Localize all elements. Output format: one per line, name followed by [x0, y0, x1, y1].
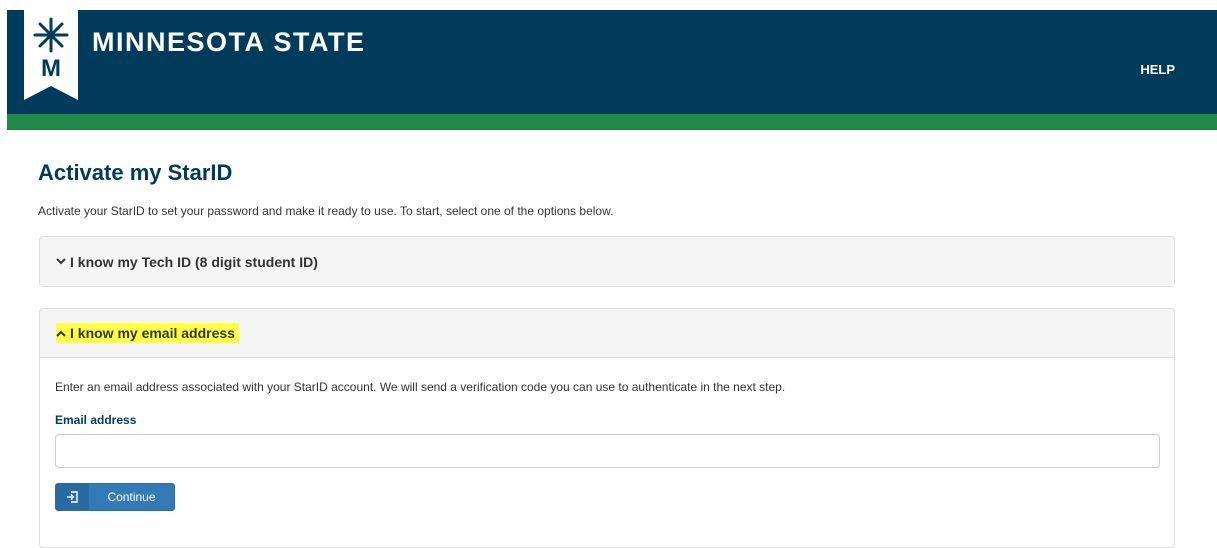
brand-name: MINNESOTA STATE — [92, 27, 366, 57]
site-header: M MINNESOTA STATE HELP — [7, 10, 1217, 114]
header-accent-bar — [7, 114, 1217, 130]
email-panel-heading-highlight: I know my email address — [56, 323, 239, 343]
minnesota-state-logo-icon[interactable]: M — [24, 10, 78, 100]
email-field-label: Email address — [55, 413, 137, 427]
email-panel-label: I know my email address — [70, 325, 235, 341]
continue-button-label: Continue — [107, 490, 156, 504]
techid-panel: I know my Tech ID (8 digit student ID) — [39, 236, 1175, 287]
email-field[interactable] — [55, 434, 1160, 468]
email-panel-toggle[interactable]: I know my email address — [40, 309, 1174, 358]
continue-button[interactable]: Continue — [55, 483, 175, 511]
logo-initial: M — [41, 55, 61, 82]
email-panel: I know my email address Enter an email a… — [39, 308, 1175, 548]
chevron-up-icon — [56, 329, 66, 341]
chevron-down-icon — [56, 256, 66, 268]
help-link[interactable]: HELP — [1140, 62, 1175, 77]
techid-panel-label: I know my Tech ID (8 digit student ID) — [70, 253, 318, 270]
techid-panel-toggle[interactable]: I know my Tech ID (8 digit student ID) — [40, 237, 1174, 286]
sign-in-icon — [56, 484, 89, 510]
page-title: Activate my StarID — [38, 160, 233, 185]
email-panel-description: Enter an email address associated with y… — [55, 380, 786, 394]
page-intro: Activate your StarID to set your passwor… — [38, 204, 614, 218]
